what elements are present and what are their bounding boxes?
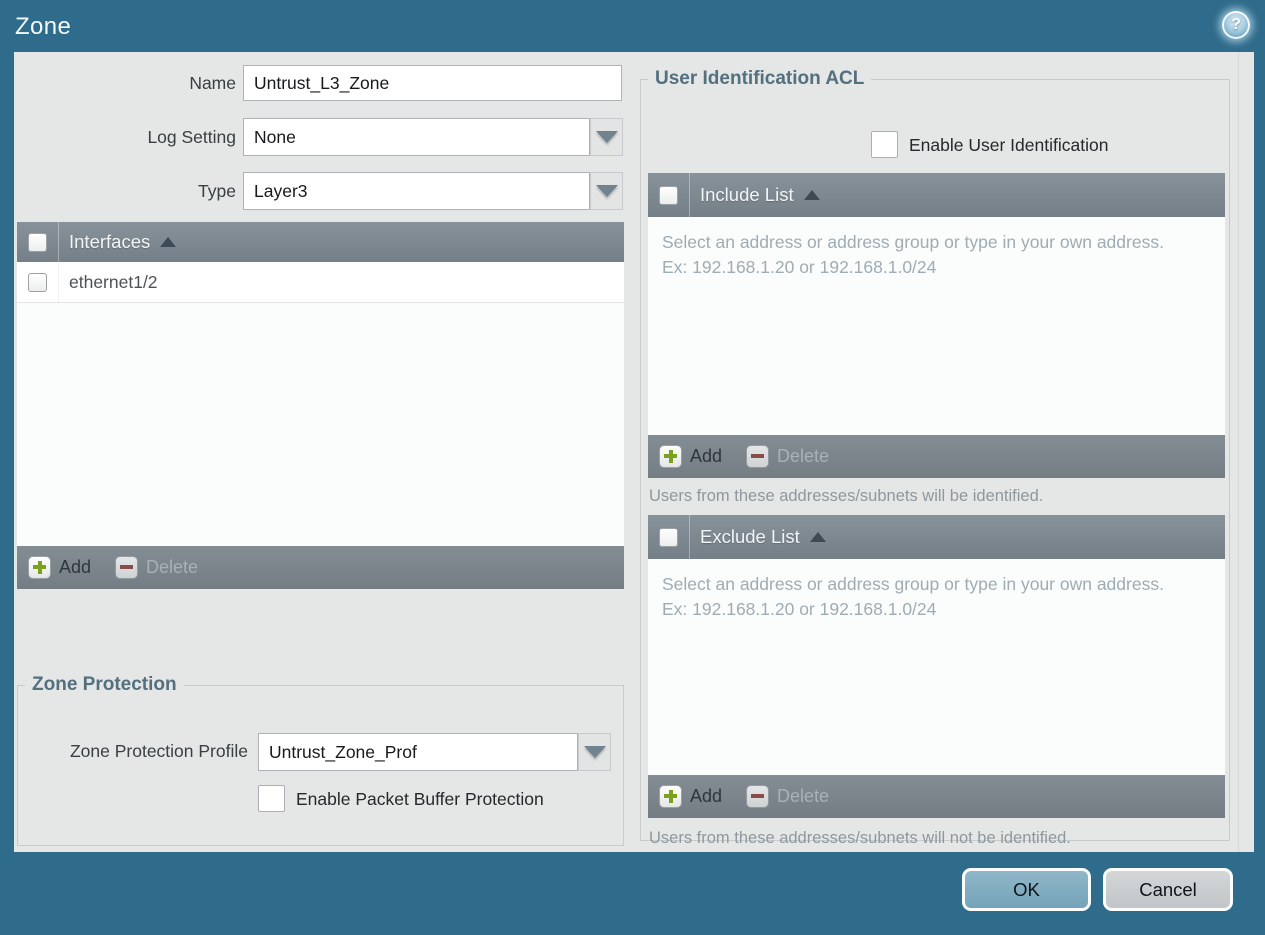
delete-minus-icon [746,785,770,808]
packet-buffer-protection-checkbox[interactable] [258,785,285,812]
include-list-helper-text: Users from these addresses/subnets will … [649,487,1044,505]
include-add-button[interactable]: Add [659,445,722,468]
interfaces-add-button[interactable]: Add [28,556,91,579]
include-list-header: Include List [648,173,1225,217]
type-label: Type [198,181,236,201]
delete-minus-icon [115,556,139,579]
interfaces-select-all-cell [17,222,59,262]
chevron-down-icon [583,746,606,758]
chevron-down-icon [595,131,618,143]
packet-buffer-protection-label: Enable Packet Buffer Protection [296,789,544,809]
include-delete-button[interactable]: Delete [746,445,829,468]
include-list-body[interactable]: Select an address or address group or ty… [648,217,1225,435]
interfaces-select-all-checkbox[interactable] [28,232,47,252]
include-list-column-header[interactable]: Include List [700,184,794,206]
name-label: Name [189,73,236,93]
exclude-select-all-cell [648,515,690,559]
dialog-title: Zone [15,13,72,40]
include-select-all-checkbox[interactable] [659,185,678,205]
enable-user-identification-label: Enable User Identification [909,135,1109,155]
interfaces-table-body [17,303,624,546]
user-identification-group: User Identification ACL Enable User Iden… [640,68,1230,847]
interface-name: ethernet1/2 [69,271,158,292]
type-dropdown-button[interactable] [590,172,623,210]
add-button-label: Add [59,557,92,577]
zone-protection-profile-label: Zone Protection Profile [69,741,248,761]
interfaces-table-toolbar: Add Delete [17,546,624,589]
exclude-list-header: Exclude List [648,515,1225,559]
delete-button-label: Delete [777,446,830,466]
add-plus-icon [659,785,682,808]
interfaces-delete-button[interactable]: Delete [115,556,198,579]
exclude-list-toolbar: Add Delete [648,775,1225,818]
zone-protection-profile-dropdown-button[interactable] [578,733,611,771]
interfaces-table-header: Interfaces [17,222,624,262]
name-input[interactable] [243,65,622,101]
add-button-label: Add [690,446,723,466]
help-icon[interactable]: ? [1222,11,1250,39]
user-identification-legend: User Identification ACL [655,68,865,89]
delete-button-label: Delete [146,557,199,577]
dialog-body: Name Log Setting Type Interfaces etherne… [14,52,1254,852]
zone-protection-profile-input[interactable] [258,733,578,771]
exclude-delete-button[interactable]: Delete [746,785,829,808]
exclude-list-table: Exclude List Select an address or addres… [648,515,1225,818]
interface-row[interactable]: ethernet1/2 [17,262,624,303]
exclude-list-column-header[interactable]: Exclude List [700,526,800,548]
exclude-list-body[interactable]: Select an address or address group or ty… [648,559,1225,775]
add-plus-icon [659,445,682,468]
zone-protection-legend: Zone Protection [32,674,177,695]
chevron-down-icon [595,185,618,197]
cancel-button[interactable]: Cancel [1103,868,1233,911]
exclude-add-button[interactable]: Add [659,785,722,808]
enable-user-identification-checkbox[interactable] [871,131,898,158]
delete-button-label: Delete [777,786,830,806]
include-select-all-cell [648,173,690,217]
include-list-table: Include List Select an address or addres… [648,173,1225,478]
include-list-placeholder: Select an address or address group or ty… [662,232,1164,277]
zone-protection-group: Zone Protection Zone Protection Profile … [17,674,624,846]
add-plus-icon [28,556,51,579]
interface-row-checkbox-cell [17,262,59,302]
interfaces-table: Interfaces ethernet1/2 Add Delete [17,222,624,589]
log-setting-label: Log Setting [147,127,236,147]
delete-minus-icon [746,445,770,468]
sort-ascending-icon[interactable] [803,190,820,200]
exclude-select-all-checkbox[interactable] [659,527,678,547]
dialog-titlebar: Zone ? [0,0,1265,52]
ok-button[interactable]: OK [962,868,1091,911]
exclude-list-placeholder: Select an address or address group or ty… [662,574,1164,619]
sort-ascending-icon[interactable] [809,532,826,542]
exclude-list-helper-text: Users from these addresses/subnets will … [649,829,1071,847]
log-setting-dropdown-button[interactable] [590,118,623,156]
type-input[interactable] [243,172,590,210]
log-setting-input[interactable] [243,118,590,156]
add-button-label: Add [690,786,723,806]
sort-ascending-icon[interactable] [160,237,177,247]
include-list-toolbar: Add Delete [648,435,1225,478]
interface-row-checkbox[interactable] [28,272,47,292]
panel-divider [1238,52,1239,852]
interfaces-column-header[interactable]: Interfaces [69,231,150,253]
